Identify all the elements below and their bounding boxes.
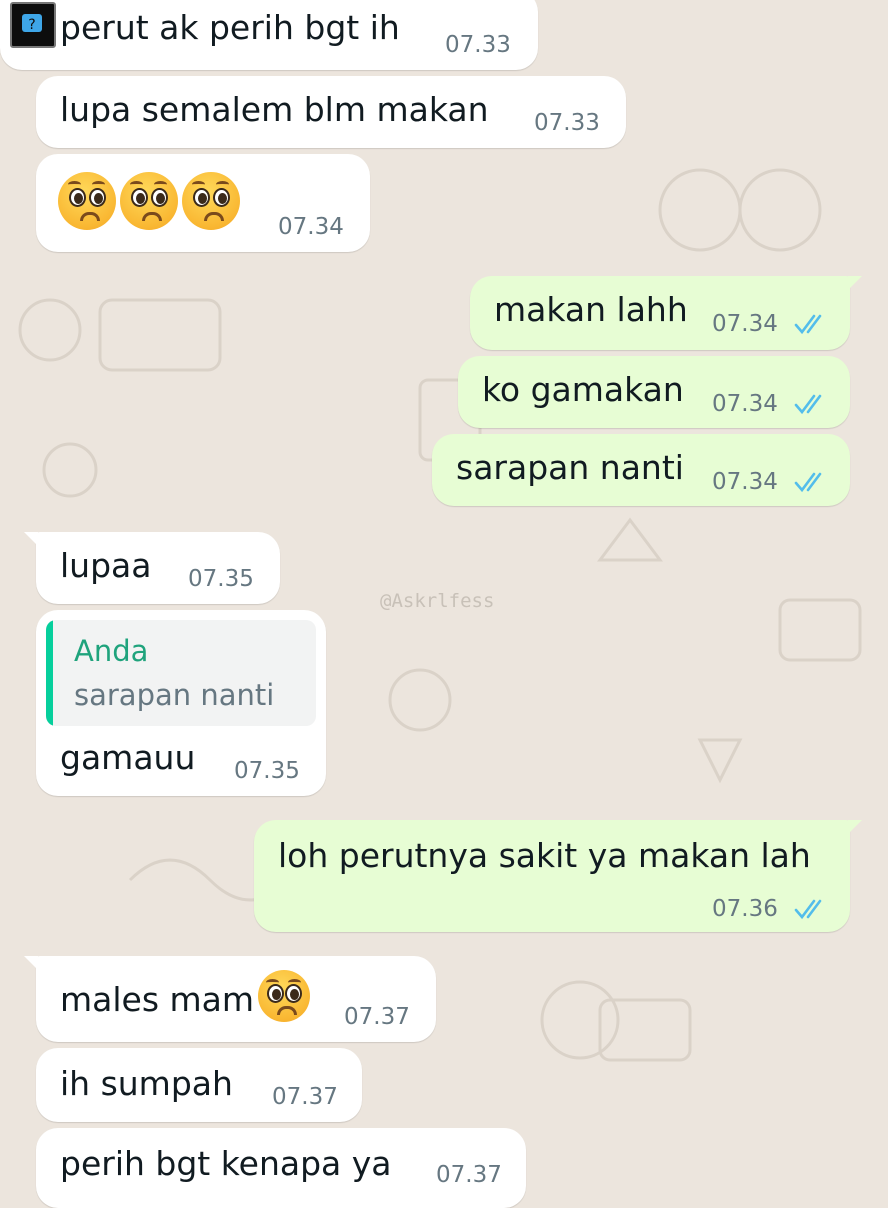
message-bubble-outgoing[interactable]: sarapan nanti 07.34 (432, 434, 850, 506)
pleading-face-emoji (258, 970, 310, 1022)
message-text: lupa semalem blm makan (60, 90, 489, 129)
quoted-text: sarapan nanti (74, 678, 275, 712)
message-bubble-incoming[interactable]: ih sumpah 07.37 (36, 1048, 362, 1122)
message-time: 07.36 (712, 896, 778, 922)
message-text: ih sumpah (60, 1064, 233, 1103)
message-bubble-incoming[interactable]: 07.34 (36, 154, 370, 252)
message-time: 07.37 (436, 1162, 502, 1188)
read-receipt-icon (794, 899, 822, 920)
message-bubble-incoming[interactable]: lupaa 07.35 (24, 532, 280, 604)
quoted-message[interactable]: Anda sarapan nanti (46, 620, 316, 726)
message-text: perut ak perih bgt ih (60, 8, 400, 47)
pleading-face-emoji (182, 172, 240, 230)
svg-text:?: ? (28, 17, 35, 33)
message-time: 07.34 (712, 311, 778, 337)
message-text: sarapan nanti (456, 448, 684, 487)
message-bubble-incoming[interactable]: lupa semalem blm makan 07.33 (36, 76, 626, 148)
read-receipt-icon (794, 314, 822, 335)
quoted-author: Anda (74, 634, 149, 668)
message-time: 07.34 (278, 214, 344, 240)
message-time: 07.34 (712, 469, 778, 495)
message-bubble-incoming[interactable]: males mam 07.37 (24, 956, 436, 1042)
sender-avatar: ? (10, 2, 56, 48)
pleading-face-emoji (58, 172, 116, 230)
message-text: makan lahh (494, 290, 688, 329)
message-time: 07.37 (344, 1004, 410, 1030)
quote-accent-bar (46, 620, 53, 726)
message-text: loh perutnya sakit ya makan lah (278, 836, 811, 875)
message-text: gamauu (60, 738, 196, 777)
message-bubble-outgoing[interactable]: makan lahh 07.34 (470, 276, 862, 350)
pleading-face-emoji (120, 172, 178, 230)
message-text: males mam (60, 980, 255, 1019)
message-text: perih bgt kenapa ya (60, 1144, 392, 1183)
message-bubble-incoming[interactable]: perih bgt kenapa ya 07.37 (36, 1128, 526, 1208)
message-time: 07.35 (234, 758, 300, 784)
message-time: 07.35 (188, 566, 254, 592)
read-receipt-icon (794, 394, 822, 415)
read-receipt-icon (794, 472, 822, 493)
message-time: 07.33 (534, 110, 600, 136)
message-text: ko gamakan (482, 370, 684, 409)
watermark-text: @Askrlfess (380, 590, 495, 612)
message-bubble-outgoing[interactable]: loh perutnya sakit ya makan lah 07.36 (254, 820, 862, 932)
message-text: lupaa (60, 546, 152, 585)
message-time: 07.33 (445, 32, 511, 58)
message-bubble-incoming-reply[interactable]: Anda sarapan nanti gamauu 07.35 (36, 610, 326, 796)
message-time: 07.37 (272, 1084, 338, 1110)
message-time: 07.34 (712, 391, 778, 417)
message-bubble-outgoing[interactable]: ko gamakan 07.34 (458, 356, 850, 428)
message-bubble-incoming[interactable]: ? perut ak perih bgt ih 07.33 (0, 0, 538, 70)
